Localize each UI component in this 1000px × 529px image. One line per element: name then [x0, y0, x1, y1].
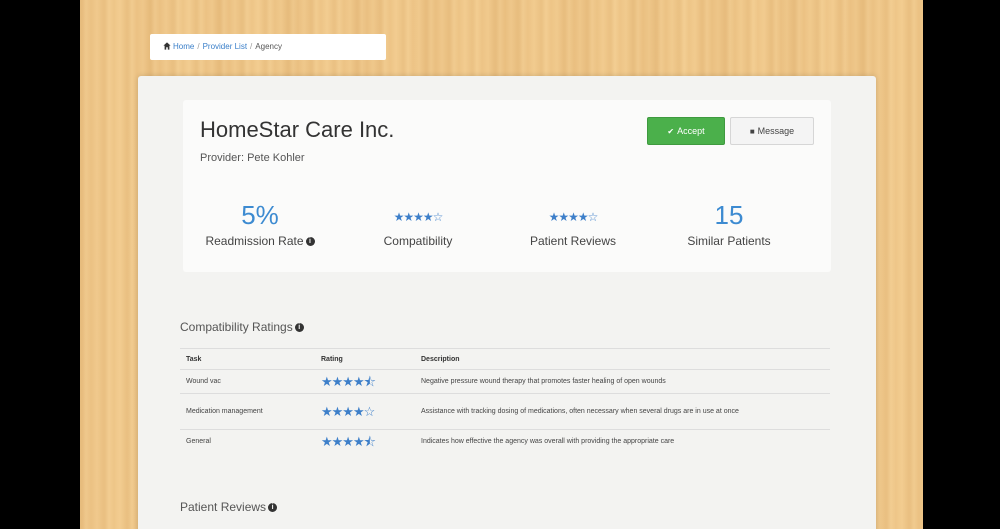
accept-label: Accept: [677, 126, 705, 136]
task-cell: Medication management: [180, 393, 315, 430]
column-header-rating: Rating: [315, 348, 415, 370]
task-cell: Wound vac: [180, 369, 315, 394]
readmission-rate-value: 5%: [241, 200, 279, 230]
column-header-task: Task: [180, 348, 315, 370]
similar-patients-label: Similar Patients: [687, 234, 771, 248]
description-cell: Indicates how effective the agency was o…: [415, 429, 830, 454]
description-cell: Negative pressure wound therapy that pro…: [415, 369, 830, 394]
rating-stars: ★★★★☆: [315, 393, 415, 430]
compatibility-stars: ★★★★☆: [393, 210, 444, 224]
message-label: Message: [757, 126, 795, 136]
breadcrumb: Home / Provider List / Agency: [150, 34, 386, 60]
breadcrumb-separator: /: [197, 42, 200, 51]
agency-name: HomeStar Care Inc.: [200, 117, 395, 142]
readmission-rate-label-row: Readmission Rate i: [190, 234, 330, 248]
info-icon[interactable]: i: [294, 323, 304, 332]
patient-reviews-stars: ★★★★☆: [548, 210, 599, 224]
compatibility-label: Compatibility: [383, 234, 453, 248]
similar-patients-value: 15: [714, 200, 744, 230]
breadcrumb-home-link[interactable]: Home: [173, 42, 194, 51]
table-row: Medication management ★★★★☆ Assistance w…: [180, 393, 830, 430]
compatibility-ratings-table: Task Rating Description Wound vac ★★★★⯪ …: [180, 348, 830, 454]
agency-card: HomeStar Care Inc. Provider: Pete Kohler…: [138, 76, 876, 529]
check-icon: ✔: [667, 126, 675, 136]
message-button[interactable]: ■ Message: [730, 117, 814, 145]
description-cell: Assistance with tracking dosing of medic…: [415, 393, 830, 430]
compatibility-ratings-heading: Compatibility Ratings i: [180, 320, 304, 334]
patient-reviews-label: Patient Reviews: [529, 234, 617, 248]
info-icon[interactable]: i: [305, 237, 315, 246]
table-header-row: Task Rating Description: [180, 348, 830, 370]
readmission-rate-label: Readmission Rate: [205, 234, 304, 248]
comment-icon: ■: [749, 126, 755, 136]
rating-stars: ★★★★⯪: [315, 429, 415, 454]
agency-summary-panel: HomeStar Care Inc. Provider: Pete Kohler…: [183, 100, 831, 272]
column-header-description: Description: [415, 348, 830, 370]
provider-name: Provider: Pete Kohler: [200, 152, 305, 164]
wood-background: Home / Provider List / Agency HomeStar Care …: [80, 0, 923, 529]
task-cell: General: [180, 429, 315, 454]
breadcrumb-current: Agency: [255, 42, 282, 51]
rating-stars: ★★★★⯪: [315, 369, 415, 394]
compatibility-ratings-title: Compatibility Ratings: [180, 320, 293, 334]
table-row: General ★★★★⯪ Indicates how effective th…: [180, 429, 830, 454]
info-icon[interactable]: i: [268, 503, 278, 512]
breadcrumb-provider-list-link[interactable]: Provider List: [203, 42, 247, 51]
table-row: Wound vac ★★★★⯪ Negative pressure wound …: [180, 369, 830, 394]
home-icon: [163, 42, 171, 50]
patient-reviews-title: Patient Reviews: [180, 500, 267, 514]
accept-button[interactable]: ✔ Accept: [647, 117, 725, 145]
patient-reviews-heading: Patient Reviews i: [180, 500, 278, 514]
